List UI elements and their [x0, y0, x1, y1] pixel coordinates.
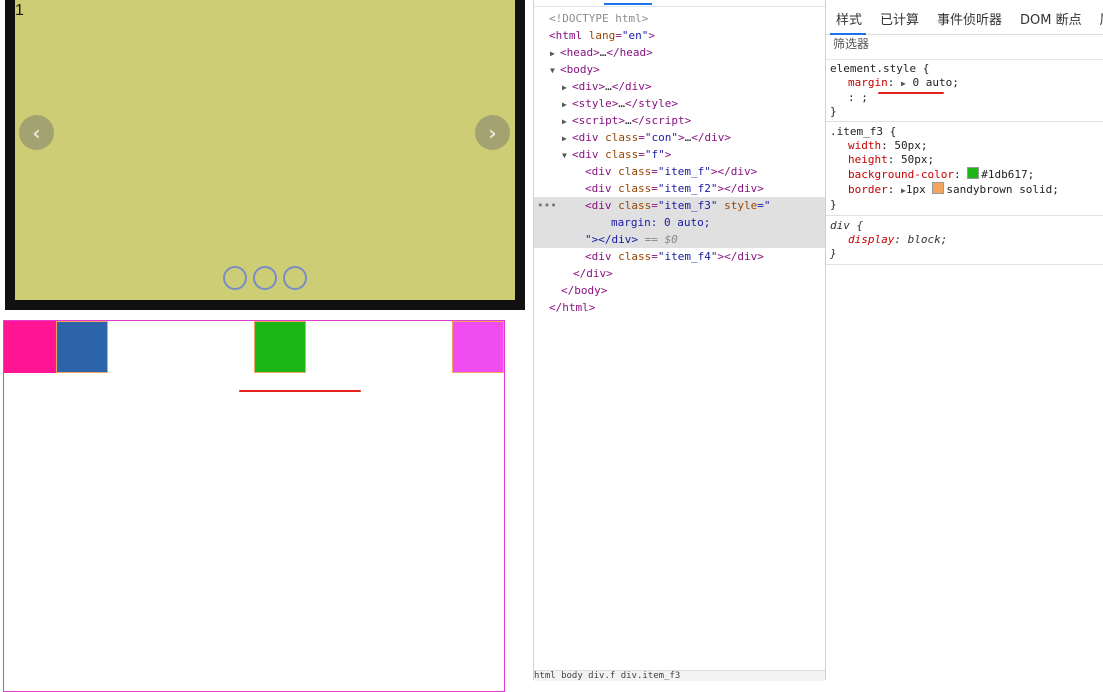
- tree-line-div-con[interactable]: ▶ <div class="con">…</div>: [534, 129, 825, 146]
- rule-selector: div {: [830, 219, 864, 232]
- tree-line-script[interactable]: ▶ <script>…</script>: [534, 112, 825, 129]
- annotation-underline: [239, 390, 361, 392]
- slide-number: 1: [15, 2, 24, 19]
- tree-line-div-f[interactable]: ▼ <div class="f">: [534, 146, 825, 163]
- container-f: [3, 320, 505, 692]
- rule-element-style: element.style { margin: ▶ 0 auto; : ; }: [826, 60, 1103, 122]
- tab-event-listeners[interactable]: 事件侦听器: [927, 9, 1010, 34]
- rule-new-declaration[interactable]: : ;: [830, 91, 1099, 105]
- styles-tabbar: 样式 已计算 事件侦听器 DOM 断点 属: [826, 0, 1103, 35]
- rule-selector: .item_f3 {: [830, 125, 897, 138]
- tab-computed[interactable]: 已计算: [870, 9, 927, 34]
- tab-dom-breakpoints[interactable]: DOM 断点: [1010, 9, 1090, 34]
- rule-close: }: [830, 198, 837, 211]
- rule-close: }: [830, 247, 837, 260]
- box-item-f: [4, 321, 56, 373]
- rule-close: }: [830, 105, 837, 118]
- rule-item-f3: .item_f3 { width: 50px; height: 50px; ba…: [826, 122, 1103, 216]
- slider-dot[interactable]: [223, 266, 247, 290]
- dom-tree: <!DOCTYPE html> <html lang="en"> ▶ <head>…: [534, 10, 825, 316]
- expand-triangle-icon[interactable]: ▶: [562, 79, 572, 96]
- styles-panel: 样式 已计算 事件侦听器 DOM 断点 属 筛选器 element.style …: [826, 0, 1103, 680]
- prev-arrow-button[interactable]: ‹: [19, 115, 54, 150]
- chevron-left-icon: ‹: [32, 120, 41, 145]
- elements-panel: <!DOCTYPE html> <html lang="en"> ▶ <head>…: [534, 0, 825, 681]
- rule-user-agent-div: div { display: block; }: [826, 216, 1103, 265]
- rule-declaration[interactable]: margin: ▶ 0 auto;: [830, 76, 1099, 91]
- more-ellipsis-icon[interactable]: •••: [537, 197, 557, 214]
- tree-line-div-close[interactable]: </div>: [534, 265, 825, 282]
- box-item-f4: [452, 321, 504, 373]
- chevron-right-icon: ›: [488, 120, 497, 145]
- slider-dot[interactable]: [253, 266, 277, 290]
- tab-styles[interactable]: 样式: [826, 9, 870, 35]
- expand-triangle-icon[interactable]: ▶: [562, 113, 572, 130]
- slide: 1 ‹ ›: [15, 0, 515, 300]
- filter-input[interactable]: 筛选器: [826, 35, 1103, 60]
- tree-line-html[interactable]: <html lang="en">: [534, 27, 825, 44]
- rule-declaration-border[interactable]: border: ▶1px sandybrown solid;: [830, 182, 1099, 198]
- rule-declaration-display: display: block;: [848, 233, 948, 246]
- collapse-triangle-icon[interactable]: ▼: [562, 147, 572, 164]
- slider-dots: [223, 266, 307, 290]
- tree-line-style[interactable]: ▶ <style>…</style>: [534, 95, 825, 112]
- tree-line-item-f3-selected[interactable]: ••• <div class="item_f3" style=": [534, 197, 825, 214]
- tree-line-head[interactable]: ▶ <head>…</head>: [534, 44, 825, 61]
- breadcrumb[interactable]: html body div.f div.item_f3: [534, 670, 825, 681]
- box-item-f3: [254, 321, 306, 373]
- tree-line-doctype[interactable]: <!DOCTYPE html>: [534, 10, 825, 27]
- rule-declaration-width[interactable]: width: 50px;: [830, 139, 1099, 153]
- expand-triangle-icon[interactable]: ▶: [901, 79, 906, 88]
- collapse-triangle-icon[interactable]: ▼: [550, 62, 560, 79]
- tree-line-item-f3-close[interactable]: "></div> == $0: [534, 231, 825, 248]
- active-tab-indicator: [604, 3, 652, 5]
- color-swatch[interactable]: [932, 182, 945, 194]
- box-item-f2: [56, 321, 108, 373]
- rule-declaration-bg[interactable]: background-color: #1db617;: [830, 167, 1099, 182]
- tree-line-item-f2[interactable]: <div class="item_f2"></div>: [534, 180, 825, 197]
- slider-dot[interactable]: [283, 266, 307, 290]
- next-arrow-button[interactable]: ›: [475, 115, 510, 150]
- slider: 1 ‹ ›: [5, 0, 525, 310]
- tree-line-item-f[interactable]: <div class="item_f"></div>: [534, 163, 825, 180]
- devtools-tabbar: [534, 0, 825, 7]
- expand-triangle-icon[interactable]: ▶: [562, 130, 572, 147]
- expand-triangle-icon[interactable]: ▶: [562, 96, 572, 113]
- tree-line-item-f4[interactable]: <div class="item_f4"></div>: [534, 248, 825, 265]
- tree-line-item-f3-style[interactable]: margin: 0 auto;: [534, 214, 825, 231]
- tree-line-div[interactable]: ▶ <div>…</div>: [534, 78, 825, 95]
- tree-line-html-close[interactable]: </html>: [534, 299, 825, 316]
- expand-triangle-icon[interactable]: ▶: [550, 45, 560, 62]
- tree-line-body[interactable]: ▼ <body>: [534, 61, 825, 78]
- rule-declaration-height[interactable]: height: 50px;: [830, 153, 1099, 167]
- rule-selector: element.style {: [830, 62, 930, 75]
- annotation-underline: [878, 92, 944, 94]
- color-swatch[interactable]: [967, 167, 980, 179]
- tab-properties[interactable]: 属: [1090, 9, 1103, 34]
- tree-line-body-close[interactable]: </body>: [534, 282, 825, 299]
